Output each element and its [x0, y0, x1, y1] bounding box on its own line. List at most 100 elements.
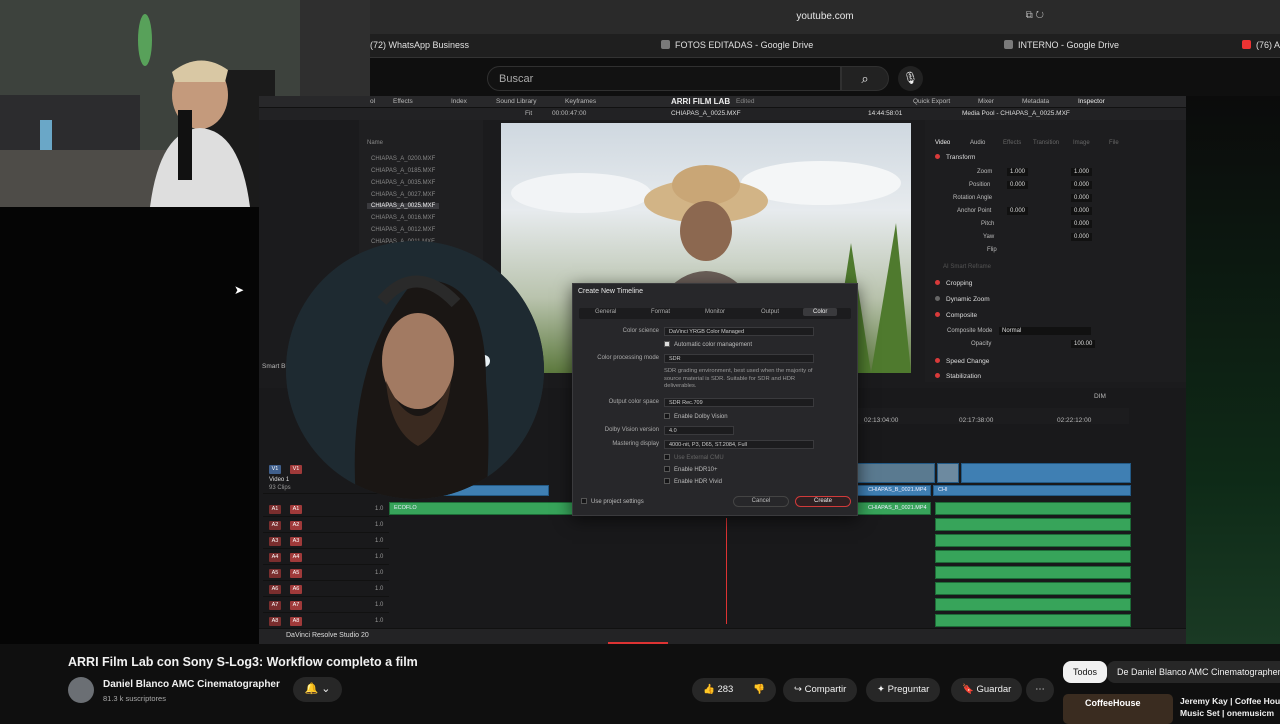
track-dest[interactable]: A8 [290, 617, 302, 626]
track-dest[interactable]: A7 [290, 601, 302, 610]
section-cropping[interactable]: Cropping [935, 280, 972, 287]
timeline-audio-clip[interactable] [935, 598, 1131, 611]
enable-dot[interactable] [935, 154, 940, 159]
position-x-field[interactable]: 0.000 [1007, 181, 1029, 189]
enable-dot[interactable] [935, 280, 940, 285]
media-clip[interactable]: CHIAPAS_A_0035.MXF [371, 180, 435, 186]
track-dest[interactable]: A2 [290, 521, 302, 530]
color-processing-select[interactable]: SDR [664, 354, 814, 363]
color-science-select[interactable]: DaVinci YRGB Color Managed [664, 327, 814, 336]
voice-search-button[interactable]: 🎙 [898, 66, 923, 91]
smart-bins-label[interactable]: Smart Bi [262, 363, 287, 370]
track-header-audio[interactable]: A1 A1 1.0 [263, 502, 389, 517]
share-button[interactable]: ↪ Compartir [783, 678, 858, 702]
dialog-tab-color[interactable]: Color [803, 308, 838, 316]
timeline-audio-clip[interactable]: ECOFLO [389, 502, 574, 515]
filter-chip-channel[interactable]: De Daniel Blanco AMC Cinematographer [1107, 661, 1280, 683]
media-clip-selected[interactable]: CHIAPAS_A_0025.MXF [367, 203, 440, 209]
timeline-audio-clip[interactable] [935, 502, 1131, 515]
section-transform[interactable]: Transform [935, 154, 975, 161]
track-id[interactable]: A3 [269, 537, 281, 546]
auto-color-management-checkbox[interactable]: Automatic color management [664, 341, 752, 348]
dolby-version-select[interactable]: 4.0 [664, 426, 734, 435]
track-dest[interactable]: V1 [290, 465, 302, 474]
recommended-title[interactable]: Jeremy Kay | Coffee Hou Music Set | onem… [1180, 695, 1280, 719]
media-clip[interactable]: CHIAPAS_A_0012.MXF [371, 227, 435, 233]
inspector-tab-video[interactable]: Video [935, 140, 950, 146]
channel-avatar[interactable] [68, 677, 94, 703]
mastering-display-select[interactable]: 4000-nit, P3, D65, ST.2084, Full [664, 440, 814, 449]
subscription-bell-button[interactable]: 🔔 ⌄ [293, 677, 342, 702]
track-id[interactable]: V1 [269, 465, 281, 474]
inspector-tab-file[interactable]: File [1109, 140, 1119, 146]
timeline-ruler[interactable]: 02:13:04:00 02:17:38:00 02:22:12:00 [839, 408, 1129, 424]
media-clip[interactable]: CHIAPAS_A_0027.MXF [371, 192, 435, 198]
inspector-tab-image[interactable]: Image [1073, 140, 1090, 146]
opacity-field[interactable]: 100.00 [1071, 340, 1096, 348]
track-dest[interactable]: A4 [290, 553, 302, 562]
media-clip[interactable]: CHIAPAS_A_0185.MXF [371, 168, 435, 174]
zoom-x-field[interactable]: 1.000 [1007, 168, 1029, 176]
zoom-y-field[interactable]: 1.000 [1071, 168, 1093, 176]
track-dest[interactable]: A5 [290, 569, 302, 578]
ask-button[interactable]: ✦ Preguntar [866, 678, 941, 702]
timeline-audio-clip[interactable] [935, 582, 1131, 595]
rotation-field[interactable]: 0.000 [1071, 194, 1093, 202]
track-header-audio[interactable]: A2 A2 1.0 [263, 518, 389, 533]
yaw-field[interactable]: 0.000 [1071, 233, 1093, 241]
composite-mode-select[interactable]: Normal [999, 327, 1091, 335]
toolbar-index[interactable]: Index [451, 98, 467, 105]
track-header-audio[interactable]: A3 A3 1.0 [263, 534, 389, 549]
position-y-field[interactable]: 0.000 [1071, 181, 1093, 189]
track-header-audio[interactable]: A5 A5 1.0 [263, 566, 389, 581]
inspector-tab-audio[interactable]: Audio [970, 140, 985, 146]
dim-button[interactable]: DIM [1094, 393, 1106, 400]
reload-icon[interactable]: ⧉ ↻ [1026, 10, 1044, 21]
search-button[interactable]: ⌕ [841, 66, 889, 91]
section-dynamic-zoom[interactable]: Dynamic Zoom [935, 296, 990, 303]
toolbar-metadata[interactable]: Metadata [1022, 98, 1049, 105]
dislike-button[interactable]: 👎 [742, 678, 776, 702]
track-id[interactable]: A6 [269, 585, 281, 594]
dialog-tab-monitor[interactable]: Monitor [705, 309, 725, 315]
track-id[interactable]: A4 [269, 553, 281, 562]
save-button[interactable]: 🔖 Guardar [951, 678, 1023, 702]
toolbar-item[interactable]: ol [370, 98, 375, 105]
pitch-field[interactable]: 0.000 [1071, 220, 1093, 228]
timeline-audio-clip[interactable] [935, 534, 1131, 547]
section-stabilization[interactable]: Stabilization [935, 373, 981, 380]
anchor-y-field[interactable]: 0.000 [1071, 207, 1093, 215]
enable-hdr10-checkbox[interactable]: Enable HDR10+ [664, 466, 718, 473]
dialog-tab-general[interactable]: General [595, 309, 616, 315]
dialog-tab-output[interactable]: Output [761, 309, 779, 315]
track-header-audio[interactable]: A6 A6 1.0 [263, 582, 389, 597]
toolbar-keyframes[interactable]: Keyframes [565, 98, 596, 105]
timeline-audio-clip[interactable] [935, 550, 1131, 563]
timeline-video-clip[interactable] [857, 463, 935, 483]
section-composite[interactable]: Composite [935, 312, 977, 319]
timeline-playhead[interactable] [726, 518, 727, 624]
timeline-video-clip[interactable]: CHI [933, 485, 1131, 496]
track-id[interactable]: A2 [269, 521, 281, 530]
track-id[interactable]: A1 [269, 505, 281, 514]
timeline-video-clip[interactable] [937, 463, 959, 483]
output-color-space-select[interactable]: SDR Rec.709 [664, 398, 814, 407]
track-id[interactable]: A8 [269, 617, 281, 626]
enable-dot[interactable] [935, 358, 940, 363]
use-project-settings-checkbox[interactable]: Use project settings [581, 498, 644, 505]
enable-dot[interactable] [935, 296, 940, 301]
use-external-cmu-checkbox[interactable]: Use External CMU [664, 454, 724, 461]
dialog-tab-format[interactable]: Format [651, 309, 670, 315]
timeline-audio-clip[interactable] [935, 566, 1131, 579]
anchor-x-field[interactable]: 0.000 [1007, 207, 1029, 215]
filter-chip-all[interactable]: Todos [1063, 661, 1108, 683]
tab-youtube[interactable]: (76) A [1242, 40, 1280, 50]
smart-reframe-section[interactable]: AI Smart Reframe [943, 264, 991, 270]
timeline-video-clip[interactable] [961, 463, 1131, 483]
enable-hdr-vivid-checkbox[interactable]: Enable HDR Vivid [664, 478, 722, 485]
tab-whatsapp[interactable]: (72) WhatsApp Business [370, 40, 469, 50]
section-speed-change[interactable]: Speed Change [935, 358, 989, 365]
toolbar-sound-library[interactable]: Sound Library [496, 98, 536, 105]
more-actions-button[interactable]: ⋯ [1026, 678, 1054, 702]
toolbar-effects[interactable]: Effects [393, 98, 413, 105]
